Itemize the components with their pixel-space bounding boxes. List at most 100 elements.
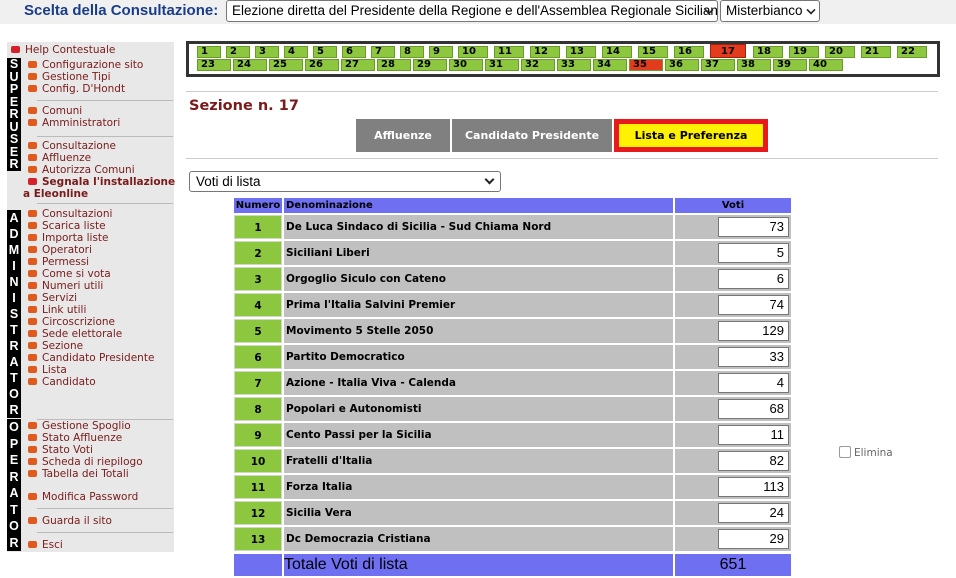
voti-type-select[interactable]: Voti di lista (189, 171, 501, 192)
tab-affluenze[interactable]: Affluenze (356, 119, 450, 152)
modifica-password-link[interactable]: Modifica Password (28, 491, 138, 503)
voti-input[interactable]: 82 (718, 451, 789, 471)
sidebar-item[interactable]: Affluenze (28, 152, 91, 164)
sezione-cell-11[interactable]: 11 (494, 46, 524, 58)
sezione-cell-5[interactable]: 5 (313, 46, 337, 58)
strip-letter: N (9, 275, 19, 289)
bullet-icon (28, 246, 37, 253)
voti-input[interactable]: 74 (718, 295, 789, 315)
sezione-cell-13[interactable]: 13 (566, 46, 596, 58)
sezione-cell-3[interactable]: 3 (255, 46, 279, 58)
voti-input[interactable]: 24 (718, 503, 789, 523)
sidebar-item[interactable]: Config. D'Hondt (28, 83, 125, 95)
voti-input[interactable]: 11 (718, 425, 789, 445)
sezione-cell-36[interactable]: 36 (665, 59, 699, 71)
sidebar-item[interactable]: Candidato Presidente (28, 352, 154, 364)
sezione-cell-23[interactable]: 23 (197, 59, 231, 71)
comune-select[interactable]: Misterbianco (720, 0, 820, 22)
sidebar-item[interactable]: Consultazione (28, 140, 116, 152)
sidebar-item[interactable]: Segnala l'installazione (28, 176, 175, 188)
sezione-cell-17[interactable]: 17 (710, 44, 746, 58)
consultazione-select[interactable]: Elezione diretta del Presidente della Re… (226, 0, 718, 22)
sezione-cell-18[interactable]: 18 (753, 46, 783, 58)
sidebar-item[interactable]: Link utili (28, 304, 86, 316)
sidebar-item[interactable]: Sede elettorale (28, 328, 122, 340)
voti-input[interactable]: 33 (718, 347, 789, 367)
sezione-cell-25[interactable]: 25 (269, 59, 303, 71)
sezione-cell-27[interactable]: 27 (341, 59, 375, 71)
tab-lista-preferenza-label: Lista e Preferenza (619, 124, 763, 147)
sidebar-item-label: Scheda di riepilogo (42, 456, 143, 468)
sezione-cell-29[interactable]: 29 (413, 59, 447, 71)
sezione-cell-24[interactable]: 24 (233, 59, 267, 71)
sidebar-item[interactable]: Stato Affluenze (28, 432, 122, 444)
sidebar-item[interactable]: Come si vota (28, 268, 111, 280)
sezione-cell-10[interactable]: 10 (458, 46, 488, 58)
sezione-cell-32[interactable]: 32 (521, 59, 555, 71)
sidebar-item[interactable]: Circoscrizione (28, 316, 115, 328)
voti-input[interactable]: 68 (718, 399, 789, 419)
sezione-cell-21[interactable]: 21 (861, 46, 891, 58)
voti-input[interactable]: 73 (718, 217, 789, 237)
sezione-cell-6[interactable]: 6 (342, 46, 366, 58)
voti-cell: 68 (675, 397, 791, 421)
sidebar-item[interactable]: Lista (28, 364, 67, 376)
sidebar-item[interactable]: Candidato (28, 376, 96, 388)
sezione-cell-22[interactable]: 22 (897, 46, 927, 58)
sezione-cell-38[interactable]: 38 (737, 59, 771, 71)
sezione-cell-34[interactable]: 34 (593, 59, 627, 71)
help-contestuale-link[interactable]: Help Contestuale (11, 44, 115, 56)
sidebar-item[interactable]: Gestione Spoglio (28, 420, 131, 432)
sezione-cell-31[interactable]: 31 (485, 59, 519, 71)
sezione-cell-20[interactable]: 20 (825, 46, 855, 58)
esci-link[interactable]: Esci (28, 539, 63, 551)
sidebar-item[interactable]: Tabella dei Totali (28, 468, 129, 480)
sezione-cell-28[interactable]: 28 (377, 59, 411, 71)
sezione-cell-26[interactable]: 26 (305, 59, 339, 71)
sezione-cell-14[interactable]: 14 (602, 46, 632, 58)
sezione-cell-2[interactable]: 2 (226, 46, 250, 58)
sezione-cell-39[interactable]: 39 (773, 59, 807, 71)
sidebar-item[interactable]: Servizi (28, 292, 77, 304)
sidebar-item[interactable]: Amministratori (28, 117, 120, 129)
sezione-cell-37[interactable]: 37 (701, 59, 735, 71)
sidebar-item[interactable]: Scheda di riepilogo (28, 456, 143, 468)
voti-input[interactable]: 6 (718, 269, 789, 289)
sidebar-item[interactable]: Gestione Tipi (28, 71, 111, 83)
tab-lista-preferenza[interactable]: Lista e Preferenza (614, 119, 768, 152)
sezione-cell-8[interactable]: 8 (400, 46, 424, 58)
sezione-cell-40[interactable]: 40 (809, 59, 843, 71)
sezione-cell-35[interactable]: 35 (629, 59, 663, 71)
sidebar-item[interactable]: Consultazioni (28, 208, 112, 220)
sezione-cell-12[interactable]: 12 (530, 46, 560, 58)
sidebar-item[interactable]: Stato Voti (28, 444, 93, 456)
sezione-cell-9[interactable]: 9 (429, 46, 453, 58)
sidebar-item[interactable]: Importa liste (28, 232, 109, 244)
voti-cell: 11 (675, 423, 791, 447)
guarda-sito-link[interactable]: Guarda il sito (28, 515, 112, 527)
sidebar-item[interactable]: Numeri utili (28, 280, 103, 292)
sezione-cell-7[interactable]: 7 (371, 46, 395, 58)
sidebar-item[interactable]: Configurazione sito (28, 59, 143, 71)
voti-input[interactable]: 4 (718, 373, 789, 393)
sidebar-item[interactable]: Autorizza Comuni (28, 164, 135, 176)
sezione-cell-16[interactable]: 16 (674, 46, 704, 58)
sezione-cell-4[interactable]: 4 (284, 46, 308, 58)
voti-input[interactable]: 5 (718, 243, 789, 263)
sezione-cell-19[interactable]: 19 (789, 46, 819, 58)
voti-input[interactable]: 129 (718, 321, 789, 341)
voti-input[interactable]: 113 (718, 477, 789, 497)
lista-denominazione: Movimento 5 Stelle 2050 (284, 319, 673, 343)
voti-input[interactable]: 29 (718, 529, 789, 549)
sidebar-item[interactable]: Scarica liste (28, 220, 106, 232)
sidebar-item[interactable]: Comuni (28, 105, 82, 117)
sidebar-item[interactable]: Permessi (28, 256, 89, 268)
sidebar-item[interactable]: Sezione (28, 340, 83, 352)
sezione-cell-30[interactable]: 30 (449, 59, 483, 71)
elimina-checkbox[interactable]: Elimina (839, 446, 893, 459)
sezione-cell-1[interactable]: 1 (197, 46, 221, 58)
sezione-cell-33[interactable]: 33 (557, 59, 591, 71)
tab-candidato-presidente[interactable]: Candidato Presidente (452, 119, 612, 152)
sezione-cell-15[interactable]: 15 (638, 46, 668, 58)
sidebar-item[interactable]: Operatori (28, 244, 92, 256)
